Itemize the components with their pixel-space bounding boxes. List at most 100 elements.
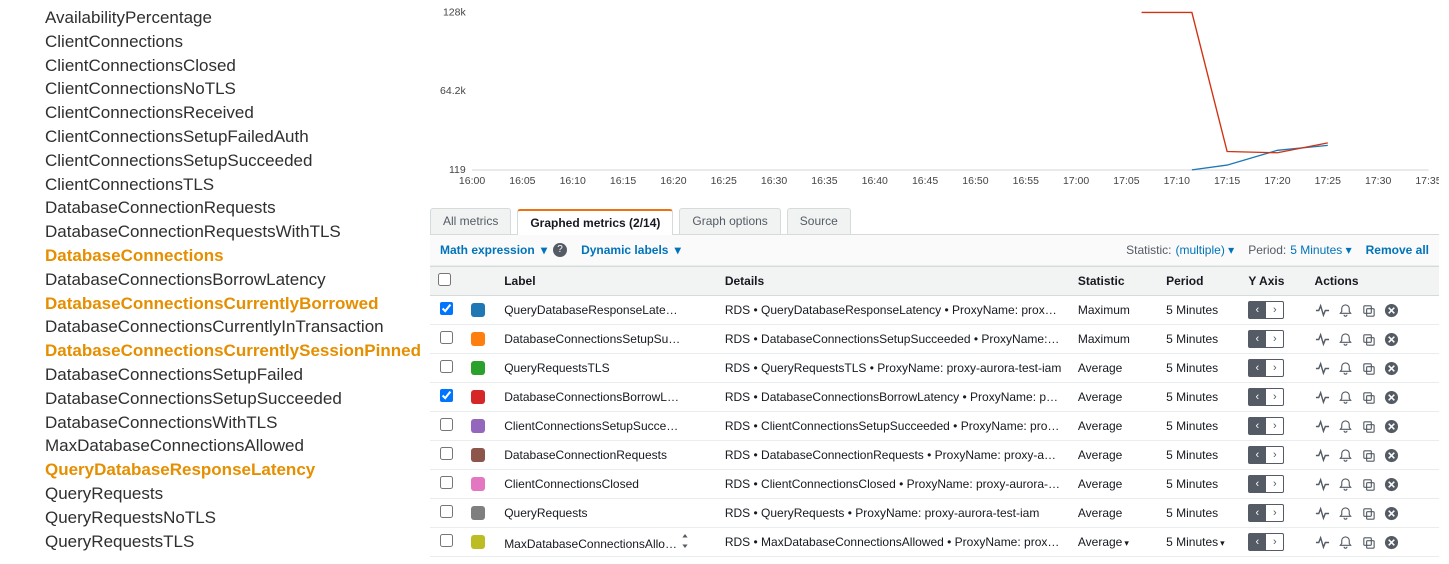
tab-graph-options[interactable]: Graph options	[679, 208, 780, 234]
pulse-icon[interactable]	[1315, 477, 1330, 492]
yaxis-right-button[interactable]: ›	[1266, 417, 1284, 435]
metric-list-item[interactable]: DatabaseConnectionsWithTLS	[45, 411, 430, 435]
row-statistic[interactable]: Average	[1070, 383, 1158, 412]
row-statistic[interactable]: Maximum	[1070, 325, 1158, 354]
bell-icon[interactable]	[1338, 506, 1353, 521]
period-dropdown[interactable]: 5 Minutes ▾	[1290, 243, 1351, 257]
yaxis-left-button[interactable]: ‹	[1248, 504, 1266, 522]
pulse-icon[interactable]	[1315, 419, 1330, 434]
metric-list-item[interactable]: DatabaseConnectionRequestsWithTLS	[45, 220, 430, 244]
yaxis-left-button[interactable]: ‹	[1248, 388, 1266, 406]
yaxis-toggle[interactable]: ‹›	[1248, 301, 1284, 319]
row-statistic[interactable]: Average	[1070, 354, 1158, 383]
color-swatch[interactable]	[471, 448, 485, 462]
row-label[interactable]: DatabaseConnectionsSetupSu…	[496, 325, 717, 354]
row-period[interactable]: 5 Minutes	[1158, 383, 1240, 412]
tab-graphed-metrics[interactable]: Graphed metrics (2/14)	[517, 209, 673, 235]
col-header-period[interactable]: Period	[1158, 267, 1240, 296]
color-swatch[interactable]	[471, 390, 485, 404]
yaxis-toggle[interactable]: ‹›	[1248, 533, 1284, 551]
yaxis-toggle[interactable]: ‹›	[1248, 388, 1284, 406]
row-statistic[interactable]: Average▾	[1070, 528, 1158, 557]
metric-list-item[interactable]: ClientConnectionsTLS	[45, 173, 430, 197]
remove-icon[interactable]	[1384, 390, 1399, 405]
bell-icon[interactable]	[1338, 332, 1353, 347]
help-icon[interactable]: ?	[553, 243, 567, 257]
row-period[interactable]: 5 Minutes	[1158, 470, 1240, 499]
remove-icon[interactable]	[1384, 506, 1399, 521]
metric-list-item[interactable]: DatabaseConnectionRequests	[45, 196, 430, 220]
row-label[interactable]: ClientConnectionsSetupSucce…	[496, 412, 717, 441]
row-label[interactable]: QueryRequestsTLS	[496, 354, 717, 383]
metric-list-item[interactable]: DatabaseConnectionsCurrentlySessionPinne…	[45, 339, 430, 363]
bell-icon[interactable]	[1338, 477, 1353, 492]
pulse-icon[interactable]	[1315, 506, 1330, 521]
copy-icon[interactable]	[1361, 506, 1376, 521]
yaxis-right-button[interactable]: ›	[1266, 533, 1284, 551]
metric-list-item[interactable]: DatabaseConnectionsCurrentlyBorrowed	[45, 292, 430, 316]
yaxis-left-button[interactable]: ‹	[1248, 417, 1266, 435]
remove-icon[interactable]	[1384, 535, 1399, 550]
pulse-icon[interactable]	[1315, 448, 1330, 463]
col-header-statistic[interactable]: Statistic	[1070, 267, 1158, 296]
yaxis-toggle[interactable]: ‹›	[1248, 504, 1284, 522]
row-statistic[interactable]: Average	[1070, 412, 1158, 441]
copy-icon[interactable]	[1361, 477, 1376, 492]
row-checkbox[interactable]	[440, 505, 453, 518]
color-swatch[interactable]	[471, 506, 485, 520]
metric-list-item[interactable]: DatabaseConnectionsBorrowLatency	[45, 268, 430, 292]
row-statistic[interactable]: Maximum	[1070, 296, 1158, 325]
statistic-dropdown[interactable]: (multiple) ▾	[1175, 243, 1234, 257]
row-statistic[interactable]: Average	[1070, 470, 1158, 499]
remove-icon[interactable]	[1384, 419, 1399, 434]
select-all-checkbox[interactable]	[438, 273, 451, 286]
metric-list-item[interactable]: ClientConnectionsNoTLS	[45, 77, 430, 101]
yaxis-left-button[interactable]: ‹	[1248, 359, 1266, 377]
tab-source[interactable]: Source	[787, 208, 851, 234]
yaxis-left-button[interactable]: ‹	[1248, 330, 1266, 348]
row-checkbox[interactable]	[440, 476, 453, 489]
math-expression-link[interactable]: Math expression ▾	[440, 243, 547, 257]
yaxis-toggle[interactable]: ‹›	[1248, 475, 1284, 493]
remove-icon[interactable]	[1384, 361, 1399, 376]
yaxis-left-button[interactable]: ‹	[1248, 475, 1266, 493]
row-checkbox[interactable]	[440, 389, 453, 402]
bell-icon[interactable]	[1338, 448, 1353, 463]
metric-list-item[interactable]: ClientConnectionsSetupFailedAuth	[45, 125, 430, 149]
row-period[interactable]: 5 Minutes▾	[1158, 528, 1240, 557]
yaxis-toggle[interactable]: ‹›	[1248, 330, 1284, 348]
copy-icon[interactable]	[1361, 332, 1376, 347]
pulse-icon[interactable]	[1315, 361, 1330, 376]
yaxis-right-button[interactable]: ›	[1266, 446, 1284, 464]
row-label[interactable]: QueryDatabaseResponseLate…	[496, 296, 717, 325]
metric-list-item[interactable]: ClientConnectionsSetupSucceeded	[45, 149, 430, 173]
yaxis-toggle[interactable]: ‹›	[1248, 417, 1284, 435]
metric-list-item[interactable]: ClientConnectionsClosed	[45, 54, 430, 78]
remove-icon[interactable]	[1384, 303, 1399, 318]
row-period[interactable]: 5 Minutes	[1158, 412, 1240, 441]
row-period[interactable]: 5 Minutes	[1158, 296, 1240, 325]
row-label[interactable]: MaxDatabaseConnectionsAllo…	[496, 528, 717, 557]
copy-icon[interactable]	[1361, 361, 1376, 376]
yaxis-right-button[interactable]: ›	[1266, 388, 1284, 406]
metric-list-item[interactable]: MaxDatabaseConnectionsAllowed	[45, 434, 430, 458]
bell-icon[interactable]	[1338, 390, 1353, 405]
bell-icon[interactable]	[1338, 361, 1353, 376]
color-swatch[interactable]	[471, 419, 485, 433]
pulse-icon[interactable]	[1315, 535, 1330, 550]
bell-icon[interactable]	[1338, 535, 1353, 550]
yaxis-toggle[interactable]: ‹›	[1248, 446, 1284, 464]
color-swatch[interactable]	[471, 361, 485, 375]
remove-icon[interactable]	[1384, 477, 1399, 492]
pulse-icon[interactable]	[1315, 303, 1330, 318]
metric-list-item[interactable]: QueryDatabaseResponseLatency	[45, 458, 430, 482]
row-checkbox[interactable]	[440, 418, 453, 431]
copy-icon[interactable]	[1361, 303, 1376, 318]
color-swatch[interactable]	[471, 535, 485, 549]
copy-icon[interactable]	[1361, 448, 1376, 463]
col-header-label[interactable]: Label	[496, 267, 717, 296]
row-checkbox[interactable]	[440, 331, 453, 344]
metric-list-item[interactable]: QueryRequestsTLS	[45, 530, 430, 554]
row-statistic[interactable]: Average	[1070, 441, 1158, 470]
copy-icon[interactable]	[1361, 419, 1376, 434]
